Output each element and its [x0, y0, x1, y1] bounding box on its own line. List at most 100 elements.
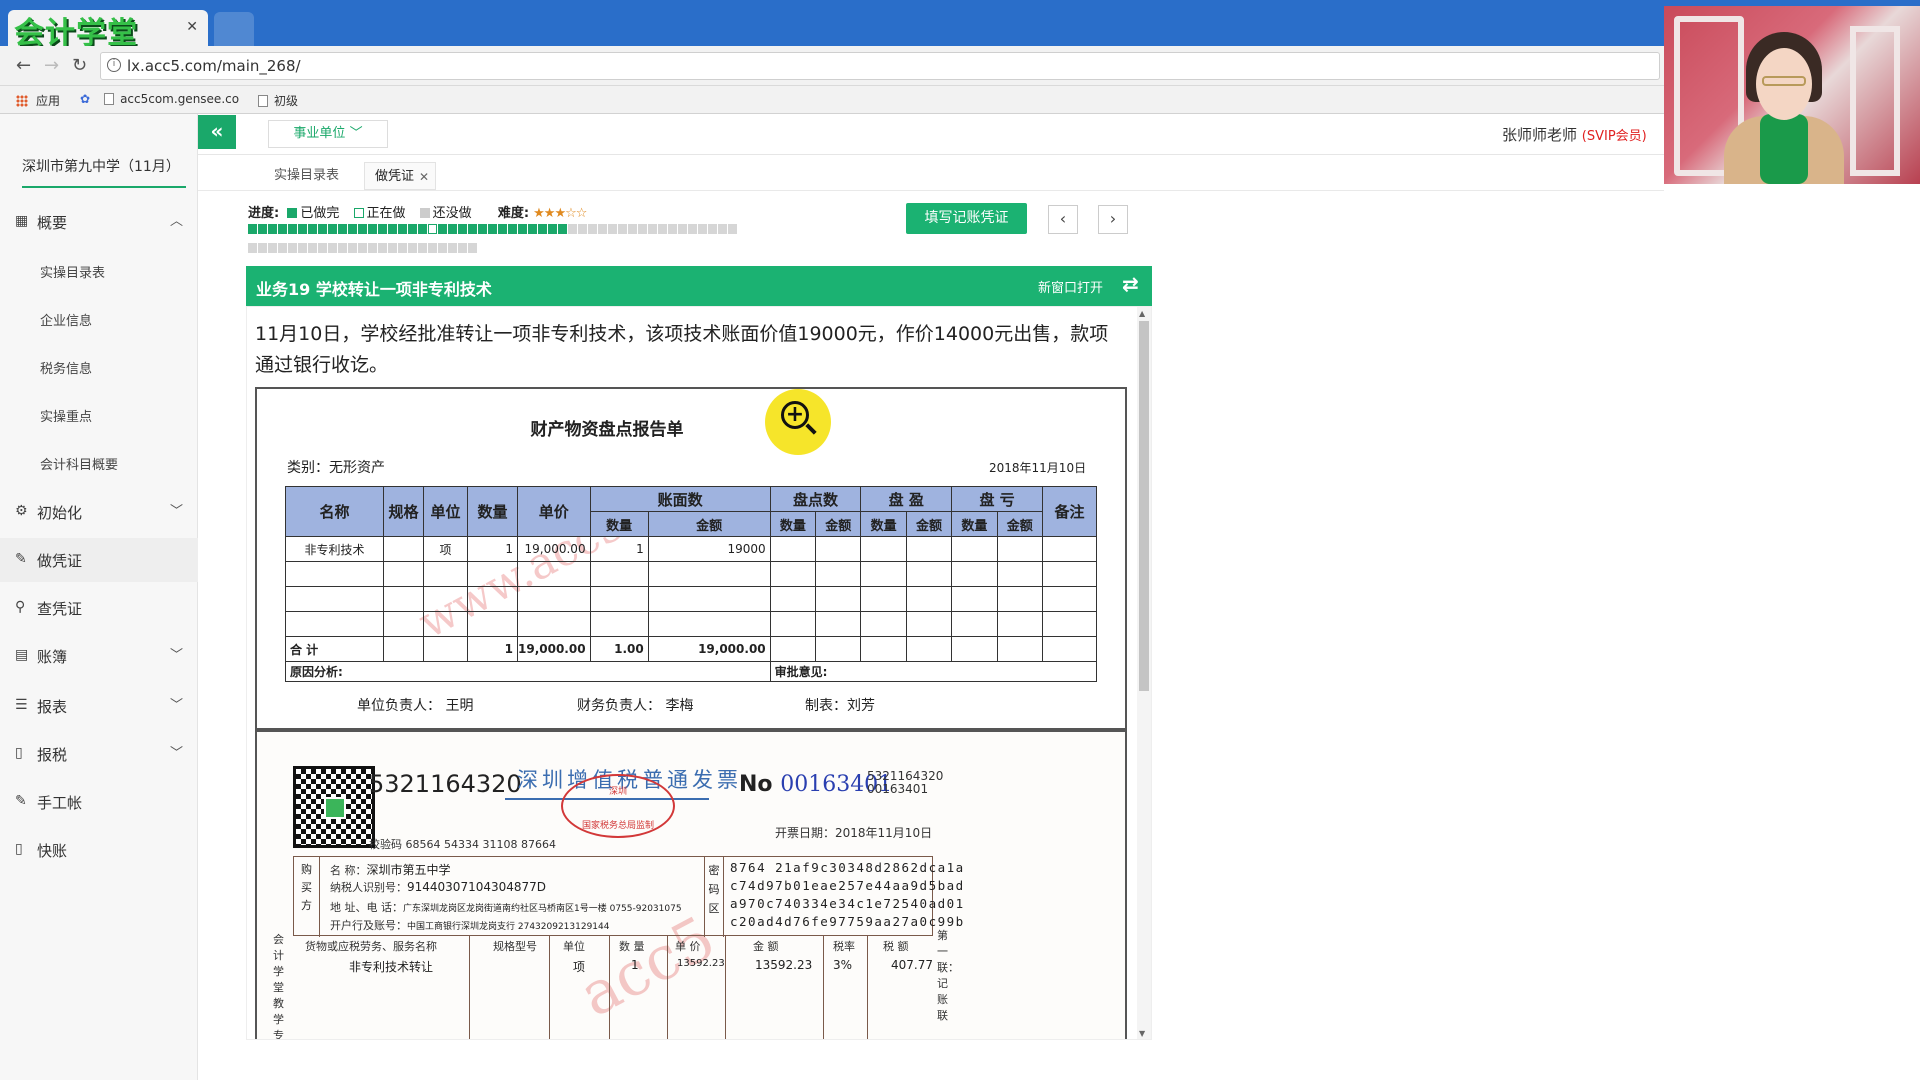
scroll-down-icon[interactable]: ▼: [1139, 1029, 1145, 1038]
progress-cell[interactable]: [388, 224, 397, 234]
back-icon[interactable]: ←: [16, 55, 31, 76]
progress-cell[interactable]: [708, 224, 717, 234]
sidebar-item-tax-filing[interactable]: ▯ 报税 ﹀: [0, 732, 198, 776]
progress-cell[interactable]: [378, 243, 387, 253]
reload-icon[interactable]: ↻: [72, 55, 87, 76]
progress-cell[interactable]: [338, 243, 347, 253]
sidebar-item-ledger[interactable]: ▤ 账簿 ﹀: [0, 634, 198, 678]
progress-cell[interactable]: [488, 224, 497, 234]
progress-cell[interactable]: [368, 224, 377, 234]
progress-cell[interactable]: [358, 243, 367, 253]
progress-cell[interactable]: [338, 224, 347, 234]
progress-cell[interactable]: [538, 224, 547, 234]
task-scrollbar[interactable]: ▲ ▼: [1137, 307, 1151, 1039]
progress-cell[interactable]: [408, 224, 417, 234]
sidebar-item-init[interactable]: ⚙ 初始化 ﹀: [0, 490, 198, 534]
progress-cell[interactable]: [288, 224, 297, 234]
progress-cell[interactable]: [668, 224, 677, 234]
progress-cell[interactable]: [608, 224, 617, 234]
progress-cell[interactable]: [438, 243, 447, 253]
progress-cell[interactable]: [408, 243, 417, 253]
progress-cell[interactable]: [258, 224, 267, 234]
sidebar-subitem-catalog[interactable]: 实操目录表: [0, 246, 198, 294]
progress-cell[interactable]: [378, 224, 387, 234]
tab-make-voucher[interactable]: 做凭证 ✕: [364, 162, 436, 190]
scroll-up-icon[interactable]: ▲: [1139, 309, 1145, 318]
progress-cell[interactable]: [618, 224, 627, 234]
next-button[interactable]: ›: [1098, 205, 1128, 234]
zoom-in-icon[interactable]: +: [765, 389, 831, 455]
close-icon[interactable]: ✕: [419, 163, 429, 191]
sidebar-item-check-voucher[interactable]: ⚲ 查凭证: [0, 586, 198, 630]
progress-cell[interactable]: [628, 224, 637, 234]
progress-cell[interactable]: [468, 243, 477, 253]
progress-cell[interactable]: [348, 224, 357, 234]
progress-cell[interactable]: [388, 243, 397, 253]
unit-type-select[interactable]: 事业单位 ﹀: [268, 120, 388, 148]
close-tab-icon[interactable]: ✕: [186, 19, 198, 35]
progress-cell[interactable]: [598, 224, 607, 234]
forward-icon[interactable]: →: [44, 55, 59, 76]
user-info[interactable]: 张师师老师 (SVIP会员): [1502, 124, 1647, 145]
progress-cell[interactable]: [728, 224, 737, 234]
progress-cell[interactable]: [328, 224, 337, 234]
scrollbar-thumb[interactable]: [1139, 321, 1149, 691]
progress-cell[interactable]: [268, 224, 277, 234]
progress-cell[interactable]: [258, 243, 267, 253]
swap-arrows-icon[interactable]: ⇄: [1122, 272, 1139, 296]
progress-cell[interactable]: [458, 243, 467, 253]
progress-cell[interactable]: [478, 224, 487, 234]
prev-button[interactable]: ‹: [1048, 205, 1078, 234]
sidebar-subitem-tax[interactable]: 税务信息: [0, 342, 198, 390]
progress-cell[interactable]: [398, 243, 407, 253]
sidebar-item-manual-book[interactable]: ✎ 手工帐: [0, 780, 198, 824]
progress-cell[interactable]: [678, 224, 687, 234]
sidebar-item-overview[interactable]: ▦ 概要 ︿: [0, 200, 198, 244]
progress-cell[interactable]: [268, 243, 277, 253]
school-selector[interactable]: 深圳市第九中学（11月）: [0, 114, 198, 194]
url-input[interactable]: i lx.acc5.com/main_268/: [100, 52, 1660, 80]
progress-cell[interactable]: [318, 224, 327, 234]
tab-catalog[interactable]: 实操目录表: [274, 162, 339, 190]
progress-cell[interactable]: [308, 224, 317, 234]
progress-cell[interactable]: [508, 224, 517, 234]
progress-cell[interactable]: [578, 224, 587, 234]
progress-cell[interactable]: [248, 224, 257, 234]
sidebar-subitem-accounts[interactable]: 会计科目概要: [0, 438, 198, 486]
progress-cell[interactable]: [448, 243, 457, 253]
bookmark-apps[interactable]: 应用: [16, 92, 60, 109]
progress-cell[interactable]: [568, 224, 577, 234]
progress-cell[interactable]: [548, 224, 557, 234]
progress-cell[interactable]: [288, 243, 297, 253]
bookmark-gensee[interactable]: ✿ acc5com.gensee.co: [80, 92, 239, 106]
progress-cell[interactable]: [398, 224, 407, 234]
progress-cell[interactable]: [318, 243, 327, 253]
info-icon[interactable]: i: [107, 58, 121, 72]
progress-cell[interactable]: [358, 224, 367, 234]
progress-cell[interactable]: [688, 224, 697, 234]
progress-cell[interactable]: [428, 224, 437, 234]
sidebar-subitem-key-points[interactable]: 实操重点: [0, 390, 198, 438]
progress-cell[interactable]: [458, 224, 467, 234]
progress-cell[interactable]: [448, 224, 457, 234]
progress-cell[interactable]: [328, 243, 337, 253]
sidebar-item-quick-book[interactable]: ▯ 快账: [0, 828, 198, 872]
progress-cell[interactable]: [418, 224, 427, 234]
sidebar-subitem-company[interactable]: 企业信息: [0, 294, 198, 342]
progress-cell[interactable]: [438, 224, 447, 234]
progress-cell[interactable]: [278, 243, 287, 253]
progress-cell[interactable]: [558, 224, 567, 234]
new-tab-button[interactable]: [214, 12, 254, 46]
progress-cell[interactable]: [278, 224, 287, 234]
progress-cell[interactable]: [698, 224, 707, 234]
progress-cell[interactable]: [428, 243, 437, 253]
progress-cell[interactable]: [638, 224, 647, 234]
progress-cell[interactable]: [498, 224, 507, 234]
sidebar-item-make-voucher[interactable]: ✎ 做凭证: [0, 538, 198, 582]
progress-cell[interactable]: [648, 224, 657, 234]
progress-cell[interactable]: [418, 243, 427, 253]
progress-cell[interactable]: [248, 243, 257, 253]
progress-cell[interactable]: [528, 224, 537, 234]
progress-cell[interactable]: [298, 224, 307, 234]
progress-cell[interactable]: [348, 243, 357, 253]
